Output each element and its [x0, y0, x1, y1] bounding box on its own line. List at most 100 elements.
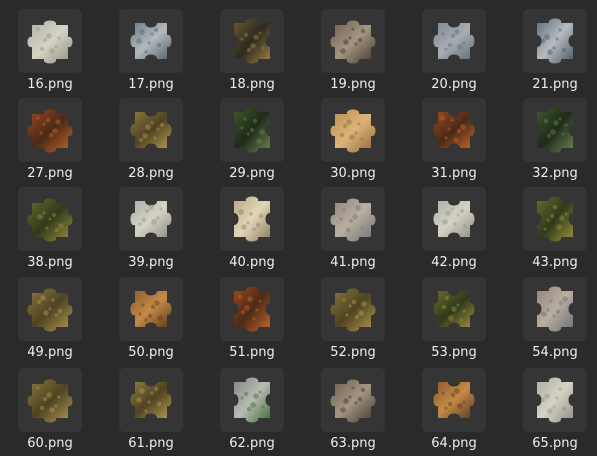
puzzle-piece-icon	[130, 382, 172, 418]
puzzle-piece-thumbnail[interactable]	[220, 98, 284, 162]
file-name-label: 52.png	[330, 345, 376, 360]
file-item[interactable]: 60.png	[8, 368, 86, 454]
puzzle-piece-thumbnail[interactable]	[321, 187, 385, 251]
puzzle-piece-thumbnail[interactable]	[18, 277, 82, 341]
puzzle-piece-thumbnail[interactable]	[422, 368, 486, 432]
file-item[interactable]: 63.png	[311, 368, 389, 454]
puzzle-piece-icon	[537, 286, 573, 332]
file-item[interactable]: 61.png	[109, 368, 187, 454]
puzzle-piece-thumbnail[interactable]	[18, 9, 82, 73]
file-item[interactable]: 39.png	[109, 187, 187, 273]
file-item[interactable]: 38.png	[8, 187, 86, 273]
file-item[interactable]: 17.png	[109, 9, 187, 95]
puzzle-piece-thumbnail[interactable]	[119, 368, 183, 432]
file-item[interactable]: 19.png	[311, 9, 389, 95]
puzzle-piece-thumbnail[interactable]	[321, 277, 385, 341]
puzzle-piece-thumbnail[interactable]	[220, 9, 284, 73]
puzzle-piece-icon	[27, 288, 73, 332]
file-name-label: 65.png	[532, 436, 578, 451]
puzzle-piece-thumbnail[interactable]	[523, 187, 587, 251]
file-name-label: 51.png	[229, 345, 275, 360]
file-item[interactable]: 28.png	[109, 98, 187, 184]
puzzle-piece-thumbnail[interactable]	[422, 98, 486, 162]
puzzle-piece-thumbnail[interactable]	[18, 187, 82, 251]
file-item[interactable]: 32.png	[513, 98, 591, 184]
file-name-label: 32.png	[532, 166, 578, 181]
puzzle-piece-thumbnail[interactable]	[119, 9, 183, 73]
file-item[interactable]: 40.png	[210, 187, 288, 273]
file-name-label: 50.png	[128, 345, 174, 360]
puzzle-piece-icon	[330, 198, 376, 242]
file-item[interactable]: 16.png	[8, 9, 86, 95]
puzzle-piece-icon	[433, 23, 475, 59]
puzzle-piece-thumbnail[interactable]	[321, 368, 385, 432]
file-name-label: 61.png	[128, 436, 174, 451]
file-item[interactable]: 51.png	[210, 277, 288, 363]
file-item[interactable]: 30.png	[311, 98, 389, 184]
file-name-label: 21.png	[532, 77, 578, 92]
puzzle-piece-icon	[27, 379, 73, 423]
puzzle-piece-icon	[234, 107, 270, 153]
puzzle-piece-icon	[234, 286, 270, 332]
file-item[interactable]: 54.png	[513, 277, 591, 363]
file-name-label: 28.png	[128, 166, 174, 181]
file-name-label: 27.png	[27, 166, 73, 181]
file-item[interactable]: 52.png	[311, 277, 389, 363]
puzzle-piece-icon	[234, 377, 270, 423]
puzzle-piece-thumbnail[interactable]	[119, 98, 183, 162]
puzzle-piece-icon	[537, 107, 573, 153]
file-name-label: 16.png	[27, 77, 73, 92]
puzzle-piece-icon	[130, 112, 172, 148]
file-item[interactable]: 50.png	[109, 277, 187, 363]
puzzle-piece-thumbnail[interactable]	[119, 187, 183, 251]
puzzle-piece-icon	[234, 196, 270, 242]
file-item[interactable]: 31.png	[412, 98, 490, 184]
puzzle-piece-thumbnail[interactable]	[18, 98, 82, 162]
file-name-label: 20.png	[431, 77, 477, 92]
puzzle-piece-thumbnail[interactable]	[220, 187, 284, 251]
puzzle-piece-icon	[433, 112, 475, 148]
puzzle-piece-thumbnail[interactable]	[523, 277, 587, 341]
file-name-label: 18.png	[229, 77, 275, 92]
puzzle-piece-thumbnail[interactable]	[422, 187, 486, 251]
file-item[interactable]: 21.png	[513, 9, 591, 95]
puzzle-piece-thumbnail[interactable]	[422, 277, 486, 341]
puzzle-piece-thumbnail[interactable]	[220, 277, 284, 341]
puzzle-piece-icon	[27, 20, 73, 64]
puzzle-piece-icon	[330, 20, 376, 64]
puzzle-piece-thumbnail[interactable]	[523, 368, 587, 432]
puzzle-piece-icon	[433, 291, 475, 327]
file-name-label: 63.png	[330, 436, 376, 451]
file-item[interactable]: 20.png	[412, 9, 490, 95]
puzzle-piece-icon	[330, 379, 376, 423]
puzzle-piece-thumbnail[interactable]	[321, 98, 385, 162]
file-item[interactable]: 65.png	[513, 368, 591, 454]
file-name-label: 39.png	[128, 255, 174, 270]
file-item[interactable]: 43.png	[513, 187, 591, 273]
file-item[interactable]: 49.png	[8, 277, 86, 363]
file-item[interactable]: 64.png	[412, 368, 490, 454]
file-item[interactable]: 62.png	[210, 368, 288, 454]
file-item[interactable]: 29.png	[210, 98, 288, 184]
file-name-label: 19.png	[330, 77, 376, 92]
puzzle-piece-icon	[330, 109, 376, 153]
puzzle-piece-thumbnail[interactable]	[523, 9, 587, 73]
file-name-label: 31.png	[431, 166, 477, 181]
puzzle-piece-icon	[433, 201, 475, 237]
file-item[interactable]: 27.png	[8, 98, 86, 184]
file-item[interactable]: 18.png	[210, 9, 288, 95]
file-name-label: 62.png	[229, 436, 275, 451]
file-item[interactable]: 42.png	[412, 187, 490, 273]
puzzle-piece-thumbnail[interactable]	[220, 368, 284, 432]
puzzle-piece-thumbnail[interactable]	[119, 277, 183, 341]
file-name-label: 17.png	[128, 77, 174, 92]
file-name-label: 30.png	[330, 166, 376, 181]
file-item[interactable]: 53.png	[412, 277, 490, 363]
file-item[interactable]: 41.png	[311, 187, 389, 273]
puzzle-piece-thumbnail[interactable]	[18, 368, 82, 432]
puzzle-piece-thumbnail[interactable]	[321, 9, 385, 73]
puzzle-piece-icon	[537, 196, 573, 242]
puzzle-piece-icon	[330, 288, 376, 332]
puzzle-piece-thumbnail[interactable]	[523, 98, 587, 162]
puzzle-piece-thumbnail[interactable]	[422, 9, 486, 73]
